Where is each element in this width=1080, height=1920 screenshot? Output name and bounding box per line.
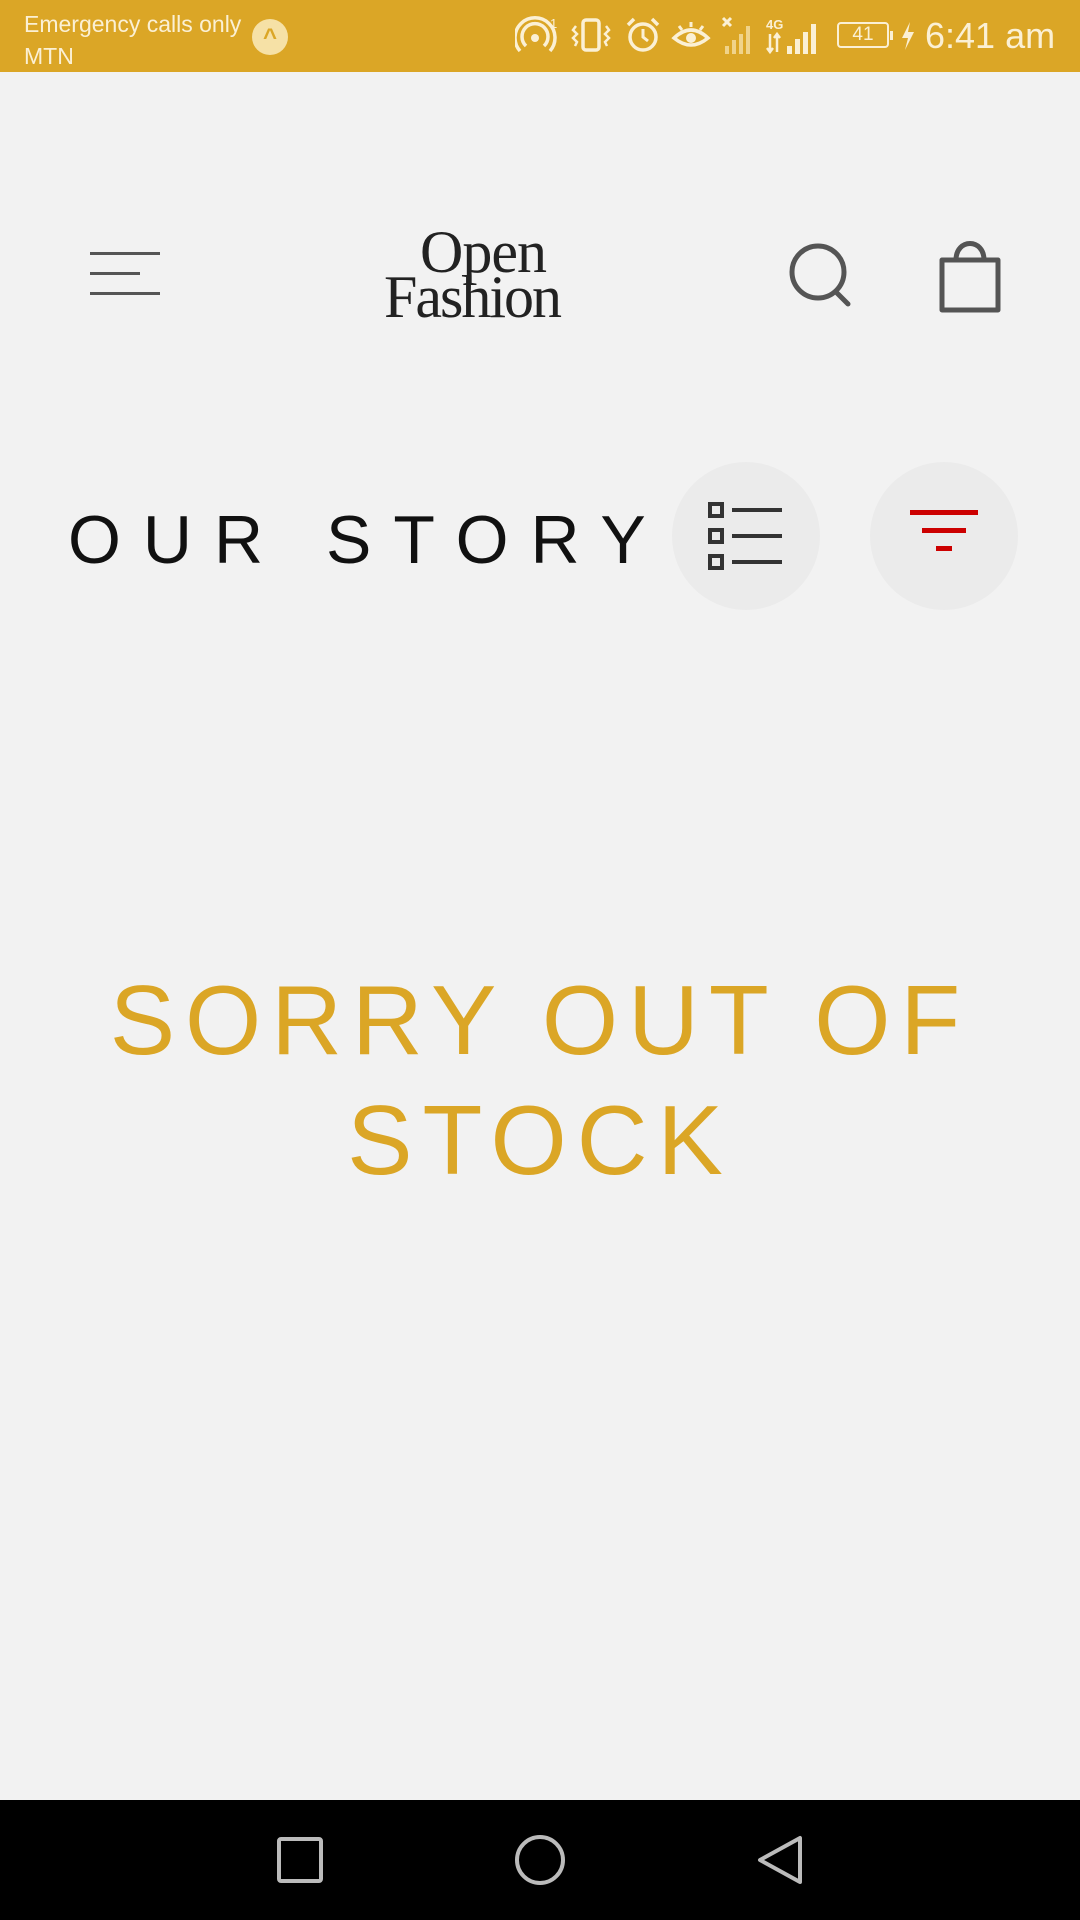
- search-button[interactable]: [780, 236, 860, 316]
- vibrate-icon: [571, 18, 611, 52]
- eye-comfort-icon: [671, 22, 711, 47]
- svg-text:4G: 4G: [766, 17, 783, 32]
- list-view-icon: [708, 502, 782, 570]
- system-nav-bar: [0, 1800, 1080, 1920]
- carrier-status-text: Emergency calls only: [24, 11, 242, 37]
- carrier-name: MTN: [24, 43, 74, 69]
- list-view-button[interactable]: [672, 462, 820, 610]
- clock: 6:41 am: [925, 15, 1056, 56]
- recents-square-icon: [277, 1837, 323, 1883]
- brand-logo[interactable]: Open Fashion: [380, 222, 640, 332]
- status-bar: Emergency calls only MTN ^ 1 4G 41 6:41 …: [0, 0, 1080, 72]
- svg-text:1: 1: [550, 16, 557, 31]
- home-circle-icon: [515, 1835, 565, 1885]
- battery-level: 41: [852, 24, 874, 45]
- charging-icon: [902, 22, 914, 50]
- logo-line-2: Fashion: [384, 264, 562, 330]
- hamburger-menu-icon: [90, 252, 160, 295]
- caret-up-icon: ^: [252, 19, 288, 55]
- filter-icon: [910, 510, 978, 551]
- menu-button[interactable]: [86, 244, 166, 308]
- out-of-stock-message: SORRY OUT OF STOCK: [109, 965, 971, 1195]
- battery-icon: 41: [837, 22, 893, 48]
- back-triangle-icon: [758, 1836, 802, 1884]
- recents-button[interactable]: [270, 1830, 330, 1890]
- 4g-signal-icon: 4G: [766, 17, 816, 55]
- alarm-icon: [626, 17, 660, 52]
- page-title: OUR STORY: [68, 502, 668, 578]
- no-signal-icon: [721, 16, 750, 54]
- hotspot-icon: 1: [515, 16, 557, 53]
- carrier-info: Emergency calls only MTN: [24, 8, 241, 72]
- shopping-bag-button[interactable]: [934, 234, 1006, 318]
- search-icon: [789, 243, 851, 307]
- home-button[interactable]: [510, 1830, 570, 1890]
- shopping-bag-icon: [939, 241, 1001, 313]
- filter-button[interactable]: [870, 462, 1018, 610]
- back-button[interactable]: [750, 1830, 810, 1890]
